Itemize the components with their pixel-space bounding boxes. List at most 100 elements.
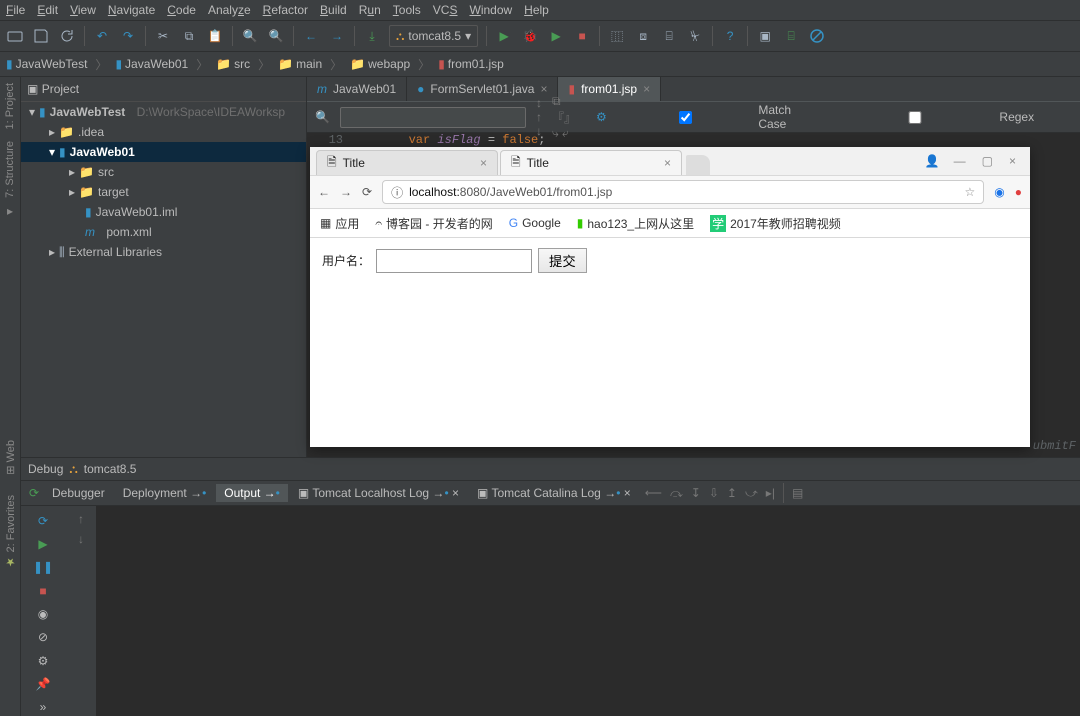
bc-src[interactable]: 📁src xyxy=(216,57,250,71)
tab-output[interactable]: Output →• xyxy=(216,484,288,502)
browser-tab-0[interactable]: 🗎Title× xyxy=(316,150,498,175)
pause-icon[interactable]: ❚❚ xyxy=(33,559,53,576)
tool-web[interactable]: ⊞ Web xyxy=(4,440,17,475)
replace-icon[interactable]: 🔍 xyxy=(267,27,285,45)
tool-nopass-icon[interactable] xyxy=(808,27,826,45)
structure-icon[interactable]: ⧈ xyxy=(634,27,652,45)
browser-tab-1[interactable]: 🗎Title× xyxy=(500,150,682,175)
exec-point-icon[interactable]: ⟵ xyxy=(645,486,662,500)
new-tab-button[interactable] xyxy=(686,155,710,175)
words-checkbox[interactable]: Words xyxy=(1056,110,1080,124)
settings-icon[interactable]: ⚙ xyxy=(33,652,53,669)
star-icon[interactable]: ☆ xyxy=(965,185,976,199)
console-output[interactable] xyxy=(96,506,1080,716)
tree-iml[interactable]: ▮JavaWeb01.iml xyxy=(21,202,306,222)
stop-icon[interactable]: ■ xyxy=(573,27,591,45)
save-all-icon[interactable] xyxy=(32,27,50,45)
menu-vcs[interactable]: VCS xyxy=(433,3,458,17)
update-icon[interactable]: ⟳ xyxy=(33,512,53,529)
build-icon[interactable]: ⤓ xyxy=(363,27,381,45)
menu-help[interactable]: Help xyxy=(524,3,549,17)
down-icon[interactable]: ↓ xyxy=(78,532,84,546)
menu-analyze[interactable]: Analyze xyxy=(208,3,251,17)
cut-icon[interactable]: ✂ xyxy=(154,27,172,45)
bkm-apps[interactable]: ▦ 应用 xyxy=(320,215,359,232)
menu-navigate[interactable]: Navigate xyxy=(108,3,155,17)
menu-tools[interactable]: Tools xyxy=(393,3,421,17)
window-maximize-icon[interactable]: ▢ xyxy=(982,154,993,168)
mute-breakpoints-icon[interactable]: ⊘ xyxy=(33,629,53,646)
forward-icon[interactable]: → xyxy=(328,27,346,45)
project-tree[interactable]: ▾▮ JavaWebTest D:\WorkSpace\IDEAWorksp ▸… xyxy=(21,102,306,457)
tool-project[interactable]: 1: Project xyxy=(4,83,16,129)
tool-monitor-icon[interactable]: ⌸ xyxy=(782,27,800,45)
tree-pom[interactable]: m pom.xml xyxy=(21,222,306,242)
tree-idea[interactable]: ▸📁.idea xyxy=(21,122,306,142)
stop-process-icon[interactable]: ■ xyxy=(33,582,53,599)
copy-icon[interactable]: ⧉ xyxy=(180,27,198,45)
bkm-edu[interactable]: 学 2017年教师招聘视频 xyxy=(710,215,841,232)
window-close-icon[interactable]: × xyxy=(1009,154,1016,168)
chevron-right-icon[interactable]: ▸ xyxy=(7,204,13,218)
run-to-cursor-icon[interactable]: ▸| xyxy=(766,486,775,500)
bkm-blog[interactable]: 𝄐 博客园 - 开发者的网 xyxy=(375,215,492,232)
tab-debugger[interactable]: Debugger xyxy=(44,484,113,502)
ext1-icon[interactable]: ◉ xyxy=(994,185,1004,199)
menu-file[interactable]: File xyxy=(6,3,25,17)
drop-frame-icon[interactable]: ⤻ xyxy=(745,486,758,501)
back-icon[interactable]: ← xyxy=(302,27,320,45)
close-icon[interactable]: × xyxy=(664,156,671,170)
menu-refactor[interactable]: Refactor xyxy=(263,3,308,17)
tab-tc-local[interactable]: ▣ Tomcat Localhost Log →• × xyxy=(290,484,467,502)
tree-module[interactable]: ▾▮JavaWeb01 xyxy=(21,142,306,162)
resume-icon[interactable]: ▶ xyxy=(33,535,53,552)
bc-webapp[interactable]: 📁webapp xyxy=(350,57,410,71)
close-tab-icon[interactable]: × xyxy=(540,82,547,96)
step-out-icon[interactable]: ↥ xyxy=(727,486,737,500)
find-arrows[interactable]: ↕ ↑ ↓ xyxy=(536,96,542,138)
more-icon[interactable]: » xyxy=(33,699,53,716)
redo-icon[interactable]: ↷ xyxy=(119,27,137,45)
pin-icon[interactable]: 📌 xyxy=(33,675,53,692)
menu-edit[interactable]: Edit xyxy=(37,3,58,17)
bc-module[interactable]: ▮JavaWeb01 xyxy=(115,57,188,71)
editor-tab-module[interactable]: mJavaWeb01 xyxy=(307,77,407,101)
open-icon[interactable] xyxy=(6,27,24,45)
layout-icon[interactable]: ⿲ xyxy=(608,27,626,45)
tree-src[interactable]: ▸📁src xyxy=(21,162,306,182)
tree-target[interactable]: ▸📁target xyxy=(21,182,306,202)
menu-window[interactable]: Window xyxy=(469,3,512,17)
paste-icon[interactable]: 📋 xyxy=(206,27,224,45)
help-icon[interactable]: ? xyxy=(721,27,739,45)
tool-favorites[interactable]: ★ 2: Favorites xyxy=(4,495,17,569)
close-icon[interactable]: × xyxy=(480,156,487,170)
nav-back-icon[interactable]: ← xyxy=(318,185,330,199)
step-into-icon[interactable]: ↧ xyxy=(691,486,701,500)
bc-root[interactable]: ▮JavaWebTest xyxy=(6,57,87,71)
force-step-into-icon[interactable]: ⇩ xyxy=(709,486,719,500)
up-icon[interactable]: ↑ xyxy=(78,512,84,526)
menu-build[interactable]: Build xyxy=(320,3,347,17)
close-tab-icon[interactable]: × xyxy=(643,82,650,96)
submit-button[interactable]: 提交 xyxy=(538,248,587,273)
bc-main[interactable]: 📁main xyxy=(278,57,322,71)
debug-rerun-icon[interactable]: ⟳ xyxy=(24,483,44,503)
find-icon[interactable]: 🔍 xyxy=(241,27,259,45)
bkm-google[interactable]: G Google xyxy=(509,216,561,230)
match-case-checkbox[interactable]: Match Case xyxy=(617,103,814,131)
undo-icon[interactable]: ↶ xyxy=(93,27,111,45)
tab-tc-catalina[interactable]: ▣ Tomcat Catalina Log →• × xyxy=(469,484,639,502)
evaluate-icon[interactable]: ▤ xyxy=(792,486,803,500)
coverage-icon[interactable]: ▶ xyxy=(547,27,565,45)
ext2-icon[interactable]: ● xyxy=(1015,185,1022,199)
tree-root[interactable]: ▾▮ JavaWebTest D:\WorkSpace\IDEAWorksp xyxy=(21,102,306,122)
find-settings-icon[interactable]: ⚙ xyxy=(596,110,607,124)
menu-run[interactable]: Run xyxy=(359,3,381,17)
url-input[interactable]: ⓘ localhost:8080/JaveWeb01/from01.jsp ☆ xyxy=(382,180,984,204)
profile-icon[interactable]: ⏧ xyxy=(686,27,704,45)
find-input[interactable] xyxy=(340,107,526,128)
browser-titlebar[interactable]: 🗎Title× 🗎Title× 👤 — ▢ × xyxy=(310,147,1030,176)
nav-reload-icon[interactable]: ⟳ xyxy=(362,185,372,199)
regex-checkbox[interactable]: Regex xyxy=(835,110,1034,124)
user-icon[interactable]: 👤 xyxy=(925,154,940,168)
